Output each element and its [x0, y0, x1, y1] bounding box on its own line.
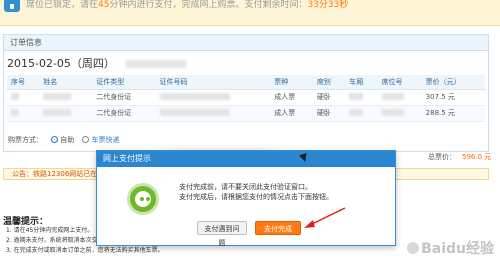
- watermark: Baidu经验: [407, 238, 494, 258]
- dot-icon: [140, 197, 144, 201]
- dialog-line-1: 支付完成前，请不要关闭此支付验证窗口。: [179, 183, 312, 191]
- dot-icon: [146, 197, 150, 201]
- page: 席位已锁定，请在45分钟内进行支付，完成网上购票。支付剩余时间：33分33秒 订…: [0, 0, 500, 264]
- chat-bubble-icon: [127, 183, 159, 215]
- modal-overlay: 网上支付提示 支付完成前，请不要关闭此支付验证窗口。 支付完成后，请根据您支付的…: [0, 0, 500, 264]
- dialog-line-2: 支付完成后，请根据您支付的情况点击下面按钮。: [179, 193, 333, 201]
- dialog-message: 支付完成前，请不要关闭此支付验证窗口。 支付完成后，请根据您支付的情况点击下面按…: [179, 182, 333, 202]
- dialog-title: 网上支付提示: [97, 151, 395, 167]
- payment-complete-button[interactable]: 支付完成: [255, 221, 301, 235]
- paw-logo-icon: [407, 242, 420, 254]
- payment-prompt-dialog: 网上支付提示 支付完成前，请不要关闭此支付验证窗口。 支付完成后，请根据您支付的…: [96, 150, 396, 247]
- watermark-text: Baidu经验: [421, 241, 494, 257]
- payment-problem-button[interactable]: 支付遇到问题: [197, 221, 247, 247]
